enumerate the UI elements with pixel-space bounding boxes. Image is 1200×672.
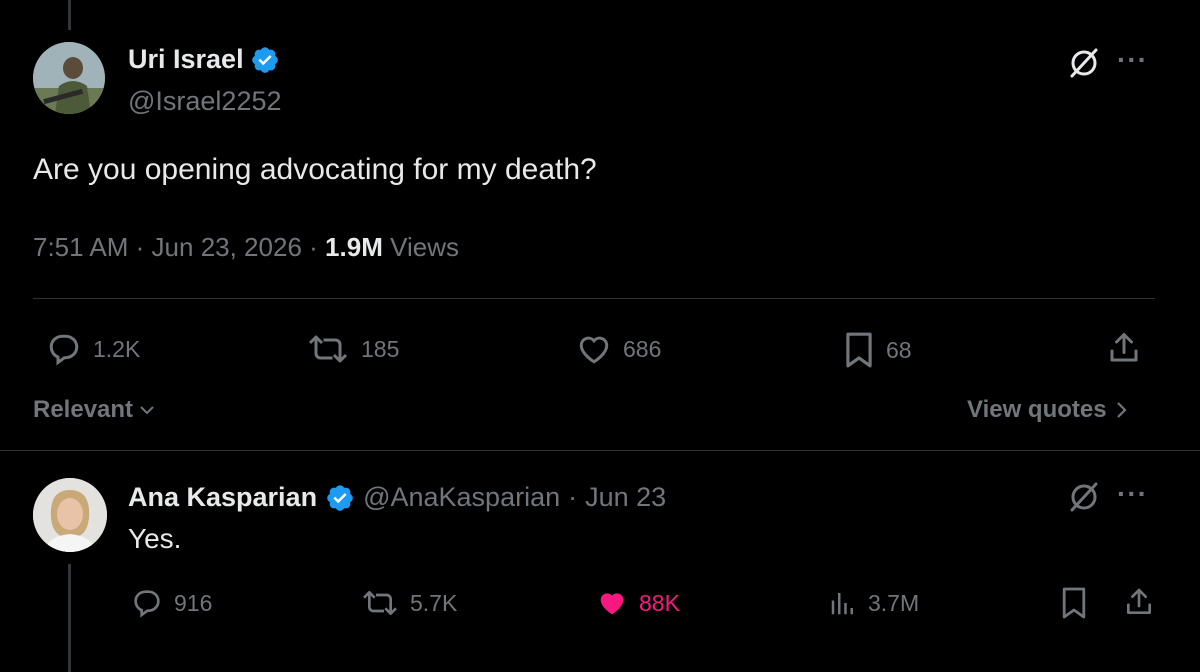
share-icon [1110,333,1138,362]
verified-badge-icon [325,483,355,513]
section-divider [0,450,1200,451]
reply-count: 1.2K [93,335,141,362]
bookmark-button[interactable]: 68 [842,331,912,369]
reply-author-name[interactable]: Ana Kasparian [128,482,317,513]
bookmark-icon [846,332,872,368]
like-button[interactable]: 686 [575,331,661,367]
reply-views-button[interactable]: 3.7M [828,587,919,619]
divider [33,298,1155,299]
separator: · [135,232,145,262]
author-name[interactable]: Uri Israel [128,44,244,75]
repost-icon [308,335,348,363]
separator: · [309,232,318,262]
reply-button[interactable]: 1.2K [45,331,140,367]
repost-button[interactable]: 185 [305,331,399,367]
reply-views-count: 3.7M [868,589,920,616]
grok-icon[interactable] [1066,479,1102,520]
reply-share-button[interactable] [1123,586,1155,623]
tweet-date[interactable]: Jun 23, 2026 [152,232,302,262]
avatar[interactable] [33,42,105,114]
reply-repost-count: 5.7K [410,589,458,616]
reply-author-handle[interactable]: @AnaKasparian [363,482,560,513]
bookmark-count: 68 [886,336,912,363]
sort-label: Relevant [33,396,134,423]
heart-icon [600,593,624,615]
reply-reply-button[interactable]: 916 [130,587,212,619]
author-handle[interactable]: @Israel2252 [128,86,282,117]
reply-repost-button[interactable]: 5.7K [360,587,457,619]
tweet-text: Are you opening advocating for my death? [33,153,597,186]
separator: · [568,482,578,512]
reply-like-button[interactable]: 88K [595,587,680,619]
reply-avatar[interactable] [33,478,107,552]
chevron-right-icon [1116,402,1127,418]
repost-count: 185 [361,335,400,362]
bookmark-icon [1062,587,1086,619]
like-count: 686 [623,335,662,362]
heart-icon [579,336,609,364]
reply-reply-count: 916 [174,589,213,616]
repost-icon [363,591,397,615]
reply-like-count: 88K [639,589,680,616]
grok-icon[interactable] [1066,45,1102,86]
views-label: Views [390,232,459,262]
verified-badge-icon [250,45,280,75]
view-quotes-label: View quotes [967,396,1107,423]
sort-dropdown[interactable]: Relevant [33,396,157,424]
reply-bookmark-button[interactable] [1060,586,1088,625]
reply-text: Yes. [128,523,182,554]
reply-avatar-image [33,478,107,552]
share-icon [1127,588,1151,614]
views-count: 1.9M [325,232,383,262]
view-quotes-link[interactable]: View quotes [967,396,1131,424]
tweet-time[interactable]: 7:51 AM [33,232,128,262]
reply-icon [49,334,79,366]
more-icon[interactable]: ··· [1117,44,1148,76]
more-icon[interactable]: ··· [1117,478,1148,510]
avatar-image [33,42,105,114]
chevron-down-icon [140,406,154,415]
analytics-icon [831,593,853,615]
thread-line-top [68,0,71,30]
share-button[interactable] [1106,330,1142,371]
reply-icon [134,590,160,618]
tweet-meta: 7:51 AM · Jun 23, 2026 · 1.9M Views [33,232,459,263]
thread-line-reply [68,564,71,672]
reply-date[interactable]: Jun 23 [585,482,666,513]
